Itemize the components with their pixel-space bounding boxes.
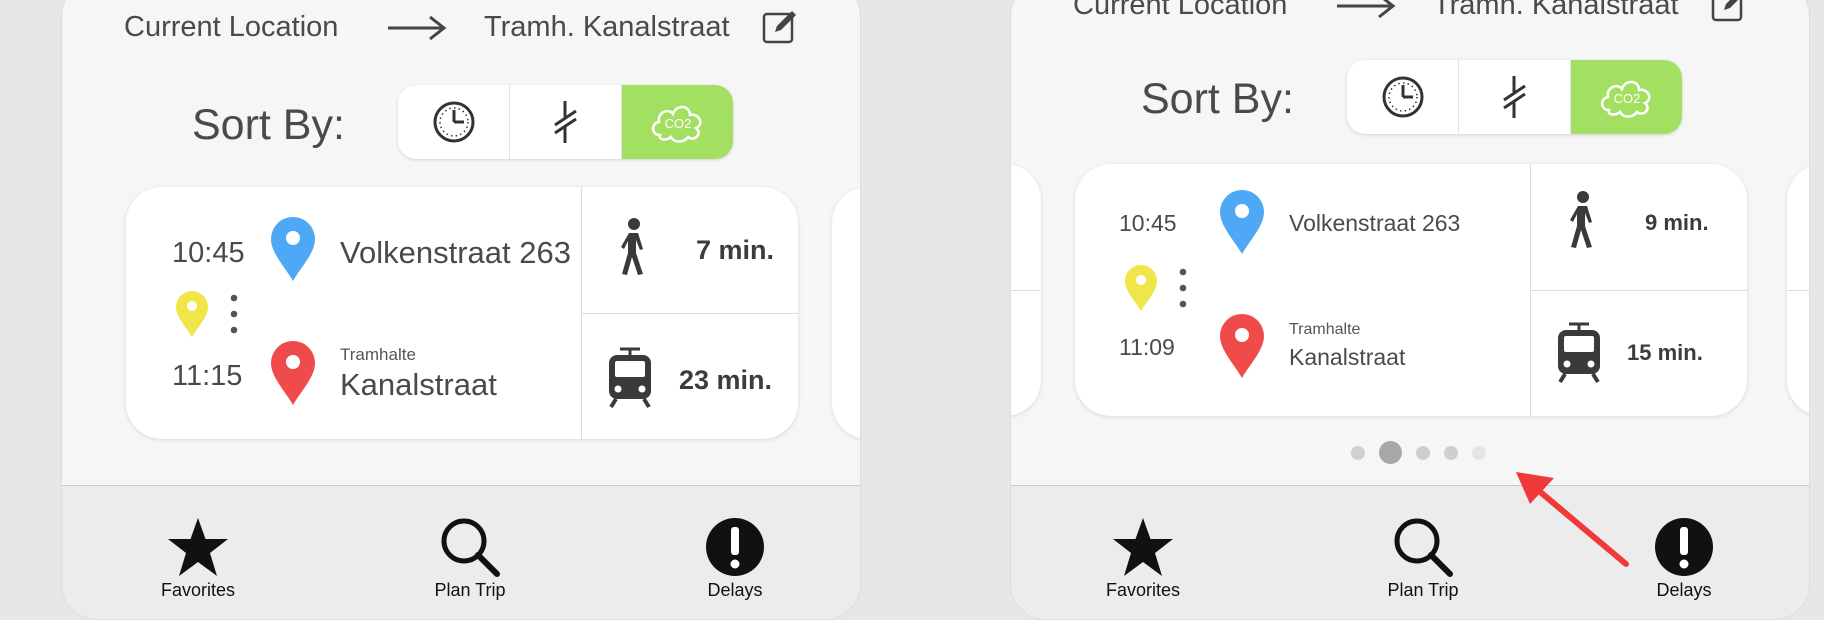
departure-time: 10:45	[172, 237, 245, 269]
sort-co2-button[interactable]: CO2	[1571, 60, 1682, 134]
arrival-time: 11:09	[1119, 334, 1175, 360]
tab-delays[interactable]: Delays	[655, 516, 815, 601]
page-dot-active[interactable]	[1379, 441, 1402, 464]
route-from: Current Location	[124, 11, 339, 43]
edit-icon[interactable]	[761, 8, 799, 46]
more-stops-dots-icon	[230, 294, 238, 334]
route-arrow-icon	[388, 15, 447, 41]
screen-before: Current Location Tramh. Kanalstraat Sort…	[61, 0, 861, 620]
page-dot[interactable]	[1351, 445, 1365, 460]
transfers-icon	[1502, 76, 1526, 118]
transfers-icon	[553, 101, 577, 143]
next-trip-card-peek[interactable]	[1787, 164, 1809, 416]
page-dot[interactable]	[1416, 445, 1430, 460]
tab-plan-trip[interactable]: Plan Trip	[1343, 516, 1503, 601]
arrival-pin-icon	[1220, 314, 1264, 378]
alert-icon	[706, 518, 764, 576]
tab-plan-trip[interactable]: Plan Trip	[390, 516, 550, 601]
sort-by-label: Sort By:	[192, 101, 345, 149]
route-to: Tramh. Kanalstraat	[1433, 0, 1679, 21]
departure-pin-icon	[271, 217, 315, 281]
tab-bar: Favorites Plan Trip Delays	[1011, 485, 1809, 619]
search-icon	[1394, 518, 1453, 577]
walk-duration: 9 min.	[1645, 210, 1709, 235]
arrival-type: Tramhalte	[1289, 321, 1361, 338]
tram-icon	[609, 347, 651, 409]
more-stops-dots-icon	[1179, 268, 1187, 308]
co2-text: CO2	[664, 116, 691, 131]
arrival-time: 11:15	[172, 360, 243, 392]
walking-person-icon	[1570, 191, 1592, 248]
card-divider	[581, 313, 798, 314]
walk-duration: 7 min.	[696, 235, 775, 265]
co2-cloud-icon: CO2	[1600, 80, 1650, 118]
sort-transfers-button[interactable]	[510, 85, 622, 159]
departure-place: Volkenstraat 263	[340, 235, 571, 270]
arrival-type: Tramhalte	[340, 345, 416, 364]
page-dot[interactable]	[1444, 445, 1458, 460]
sort-segmented-control: CO2	[398, 85, 733, 159]
tab-label: Favorites	[160, 580, 236, 600]
trip-card[interactable]: 10:45 Volkenstraat 263 11:15 Tramhalte K…	[126, 187, 798, 439]
arrival-pin-icon	[271, 341, 315, 405]
tab-favorites[interactable]: Favorites	[1063, 516, 1223, 601]
sort-time-button[interactable]	[398, 85, 510, 159]
star-icon	[1113, 518, 1173, 576]
annotation-arrow-icon	[1516, 472, 1629, 567]
card-divider	[1530, 290, 1747, 291]
next-trip-card-peek[interactable]	[832, 187, 860, 439]
tram-icon	[1558, 322, 1600, 384]
co2-cloud-icon: CO2	[651, 105, 701, 143]
sort-segmented-control: CO2	[1347, 60, 1682, 134]
transfer-pin-icon	[1125, 265, 1157, 311]
clock-icon	[433, 101, 474, 143]
arrival-place: Kanalstraat	[340, 367, 497, 402]
co2-text: CO2	[1613, 91, 1640, 106]
tab-label: Plan Trip	[434, 580, 506, 600]
tab-label: Delays	[707, 580, 763, 600]
sort-transfers-button[interactable]	[1459, 60, 1571, 134]
route-arrow-icon	[1337, 0, 1396, 19]
walking-person-icon	[621, 218, 643, 275]
tram-duration: 15 min.	[1627, 340, 1703, 365]
departure-place: Volkenstraat 263	[1289, 210, 1461, 236]
tab-bar: Favorites Plan Trip Delays	[62, 485, 860, 619]
star-icon	[168, 518, 228, 576]
tab-label: Delays	[1656, 580, 1712, 600]
tram-duration: 23 min.	[679, 365, 773, 395]
clock-icon	[1382, 76, 1423, 118]
search-icon	[441, 518, 500, 577]
page-indicator[interactable]	[1351, 441, 1486, 464]
sort-by-label: Sort By:	[1141, 75, 1294, 123]
departure-pin-icon	[1220, 190, 1264, 254]
screen-after: Current Location Tramh. Kanalstraat Sort…	[1010, 0, 1810, 620]
alert-icon	[1655, 518, 1713, 576]
arrival-place: Kanalstraat	[1289, 344, 1406, 370]
route-to: Tramh. Kanalstraat	[484, 11, 730, 43]
edit-icon[interactable]	[1710, 0, 1748, 24]
trip-card[interactable]: 10:45 Volkenstraat 263 11:09 Tramhalte K…	[1075, 164, 1747, 416]
tab-label: Plan Trip	[1387, 580, 1459, 600]
route-from: Current Location	[1073, 0, 1288, 21]
tab-label: Favorites	[1105, 580, 1181, 600]
tab-favorites[interactable]: Favorites	[118, 516, 278, 601]
page-dot[interactable]	[1472, 445, 1486, 460]
sort-co2-button[interactable]: CO2	[622, 85, 733, 159]
departure-time: 10:45	[1119, 210, 1177, 236]
previous-trip-card-peek[interactable]	[1011, 164, 1041, 416]
sort-time-button[interactable]	[1347, 60, 1459, 134]
transfer-pin-icon	[176, 291, 208, 337]
